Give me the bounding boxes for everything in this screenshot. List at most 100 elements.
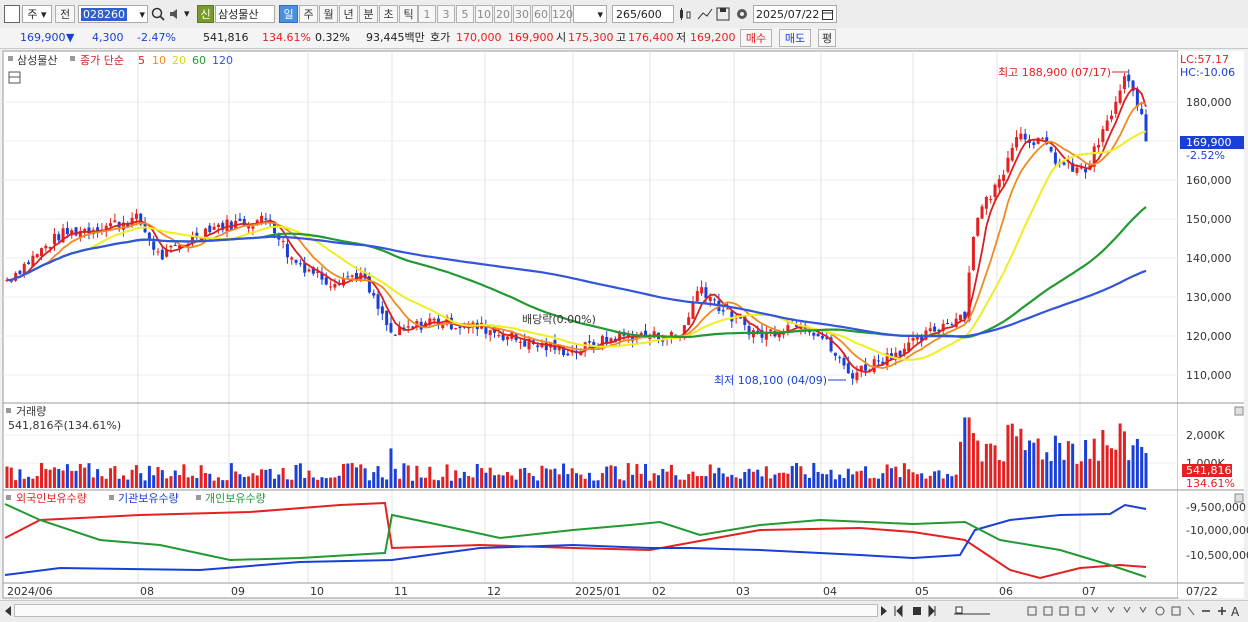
horizontal-scrollbar[interactable] <box>14 604 878 617</box>
interval-120[interactable]: 120 <box>551 5 573 23</box>
candle-body <box>44 245 48 249</box>
interval-10[interactable]: 10 <box>475 5 493 23</box>
interval-5[interactable]: 5 <box>456 5 474 23</box>
volume-bar <box>1101 430 1105 488</box>
candle-body <box>324 277 328 285</box>
close-icon[interactable] <box>1234 493 1244 503</box>
scroll-left-icon[interactable] <box>4 605 12 617</box>
candle-body <box>928 328 932 332</box>
eval-button[interactable]: 평 <box>818 29 836 47</box>
volume-bar <box>40 463 44 488</box>
volume-bar <box>484 472 488 488</box>
date-input[interactable]: 2025/07/22 <box>753 5 837 23</box>
interval-60[interactable]: 60 <box>532 5 550 23</box>
volume-bar <box>372 472 376 488</box>
candle-body <box>18 270 22 274</box>
tab-period-year[interactable]: 년 <box>339 5 358 23</box>
volume-bar <box>225 480 229 488</box>
candle-body <box>946 323 950 325</box>
volume-bar <box>587 472 591 488</box>
volume-bar <box>423 477 427 488</box>
date-label: 02 <box>652 585 666 598</box>
scroll-right-icon[interactable] <box>880 605 888 617</box>
volume-bar <box>898 477 902 488</box>
close-icon[interactable] <box>1234 406 1244 416</box>
save-icon[interactable] <box>715 5 731 23</box>
tool-icons[interactable]: A <box>1026 604 1244 619</box>
volume-bar <box>562 463 566 488</box>
volume-bar <box>889 468 893 488</box>
tab-period-second[interactable]: 초 <box>379 5 398 23</box>
line-tool-icon[interactable] <box>697 5 713 23</box>
volume-bar <box>294 464 298 488</box>
volume-bar <box>790 466 794 488</box>
volume-bar <box>234 471 238 488</box>
volume-bar <box>316 479 320 488</box>
playback-controls[interactable] <box>893 604 949 618</box>
prev-button[interactable]: 전 <box>55 5 75 23</box>
volume-bar <box>251 473 255 488</box>
period-select[interactable]: 주 ▾ <box>22 5 52 23</box>
volume-bar <box>100 476 104 488</box>
volume-bar <box>575 473 578 488</box>
volume-bar <box>656 475 660 488</box>
data-count-input[interactable]: 265/600 <box>612 5 674 23</box>
volume-bar <box>648 480 652 488</box>
tab-period-tick[interactable]: 틱 <box>399 5 418 23</box>
stock-code-input[interactable]: 028260 ▾ <box>78 5 148 23</box>
search-icon[interactable] <box>150 5 166 23</box>
volume-bar <box>773 474 777 488</box>
candle-body <box>1006 157 1010 172</box>
quote-ask: 170,000 <box>456 31 502 44</box>
candle-body <box>505 336 509 340</box>
lc-label: LC:57.17 <box>1180 53 1229 66</box>
candle-body <box>833 352 837 356</box>
interval-1[interactable]: 1 <box>418 5 436 23</box>
volume-bar <box>557 474 561 488</box>
volume-bar <box>872 477 876 488</box>
volume-bar <box>160 470 164 488</box>
tab-period-month[interactable]: 월 <box>319 5 338 23</box>
volume-bar <box>501 475 505 488</box>
interval-3[interactable]: 3 <box>437 5 455 23</box>
volume-bar <box>462 471 466 488</box>
volume-bar <box>782 472 786 488</box>
volume-bar <box>1109 448 1113 488</box>
hold-tick-3: -10,500,000 <box>1186 549 1248 562</box>
candle-body <box>57 234 61 241</box>
media-controls-icon[interactable] <box>893 604 949 618</box>
interval-20[interactable]: 20 <box>494 5 512 23</box>
candle-body <box>52 233 56 245</box>
candle-body <box>971 236 975 270</box>
candle-body <box>700 287 704 294</box>
volume-bar <box>820 473 824 488</box>
stock-name-field[interactable]: 삼성물산 <box>215 5 275 23</box>
candle-body <box>950 324 954 326</box>
sell-button[interactable]: 매도 <box>779 29 811 47</box>
candle-type-icon[interactable] <box>677 5 693 23</box>
buy-button[interactable]: 매수 <box>740 29 772 47</box>
zoom-slider[interactable] <box>952 605 992 617</box>
candle-body <box>812 332 816 336</box>
interval-custom-select[interactable]: ▾ <box>573 5 607 23</box>
volume-bar <box>130 469 134 488</box>
tab-period-day[interactable]: 일 <box>279 5 298 23</box>
chevron-down-icon[interactable]: ▾ <box>184 5 194 23</box>
interval-30[interactable]: 30 <box>513 5 531 23</box>
candle-body <box>264 218 268 220</box>
gear-icon[interactable] <box>734 5 750 23</box>
candle-body <box>855 372 859 381</box>
window-icon[interactable] <box>4 5 20 23</box>
calendar-icon[interactable] <box>822 9 833 20</box>
volume-bar <box>924 478 928 488</box>
tab-period-week[interactable]: 주 <box>299 5 318 23</box>
candle-body <box>1114 101 1118 114</box>
tab-period-minute[interactable]: 분 <box>359 5 378 23</box>
stock-chart[interactable]: 삼성물산 종가 단순 5 10 20 60 120 LC:57.17 HC:-1… <box>0 48 1248 600</box>
volume-bar <box>674 475 678 488</box>
candle-body <box>152 241 156 250</box>
date-label: 2024/06 <box>7 585 53 598</box>
volume-bar <box>954 474 958 488</box>
speaker-icon[interactable] <box>168 5 184 23</box>
volume-bar <box>877 478 881 488</box>
